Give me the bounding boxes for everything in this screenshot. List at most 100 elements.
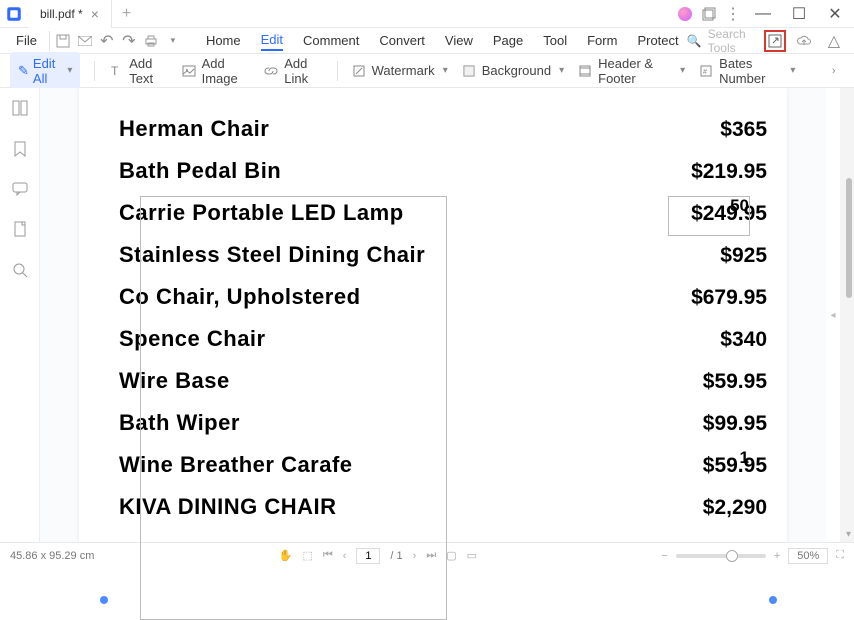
tab-home[interactable]: Home [206,31,241,50]
table-row[interactable]: Wire Base $59.95 [119,360,767,402]
maximize-button[interactable]: ☐ [788,3,810,25]
tab-form[interactable]: Form [587,31,617,50]
fit-width-icon[interactable]: ▭ [467,549,477,562]
item-name: Co Chair, Upholstered [119,284,361,310]
bookmark-icon[interactable] [13,141,27,162]
page-total: / 1 [390,550,402,562]
search-panel-icon[interactable] [12,262,28,283]
redo-icon[interactable]: ↷ [122,31,136,51]
search-icon: 🔍 [687,34,702,48]
zoom-slider-thumb[interactable] [726,550,738,562]
chevron-down-icon: ▾ [67,65,72,76]
table-row[interactable]: Bath Wiper $99.95 [119,402,767,444]
zoom-slider[interactable] [676,554,766,558]
table-row[interactable]: KIVA DINING CHAIR$2,290 [119,486,767,528]
prev-page-icon[interactable]: ‹ [343,550,347,562]
chevron-down-icon: ▾ [443,65,448,76]
zoom-in-icon[interactable]: + [774,550,780,562]
item-name: Wire Base [119,368,230,394]
last-page-icon[interactable]: ⏭ [426,549,436,562]
close-tab-icon[interactable]: × [91,6,99,22]
zoom-out-icon[interactable]: − [661,550,667,562]
image-icon [182,64,196,78]
add-image-button[interactable]: Add Image [182,56,251,86]
hand-tool-icon[interactable]: ✋ [279,549,293,562]
toolbar-overflow-icon[interactable]: › [825,61,842,81]
save-icon[interactable] [56,31,70,51]
mail-icon[interactable] [78,31,92,51]
undo-icon[interactable]: ↶ [100,31,114,51]
table-row[interactable]: Wine Breather Carafe$59.951 [119,444,767,486]
print-dropdown[interactable]: ▾ [166,31,180,51]
page-number-input[interactable] [356,548,380,564]
menubar: File ↶ ↷ ▾ Home Edit Comment Convert Vie… [0,28,854,54]
watermark-button[interactable]: Watermark ▾ [352,63,448,78]
thumbnails-icon[interactable] [12,100,28,121]
share-button[interactable] [764,30,786,52]
vertical-scrollbar[interactable]: ▾ [840,88,854,542]
item-name: Bath Wiper [119,410,240,436]
tab-protect[interactable]: Protect [637,31,678,50]
attachment-icon[interactable] [13,221,27,242]
tab-convert[interactable]: Convert [379,31,425,50]
titlebar: bill.pdf * × + ⋮ — ☐ ✕ [0,0,854,28]
fullscreen-icon[interactable]: ⛶ [836,549,844,562]
add-text-button[interactable]: T Add Text [109,56,167,86]
search-tools[interactable]: 🔍 Search Tools [687,27,750,55]
edit-all-button[interactable]: ✎ Edit All ▾ [10,52,80,90]
text-icon: T [109,64,123,78]
add-link-button[interactable]: Add Link [264,56,323,86]
table-row[interactable]: Carrie Portable LED Lamp$249.9550 [119,192,767,234]
left-sidebar [0,88,40,542]
table-row[interactable]: Bath Pedal Bin$219.95 [119,150,767,192]
fit-page-icon[interactable]: ▢ [446,549,456,562]
zoom-value[interactable]: 50% [788,548,828,564]
collapse-right-icon[interactable]: ◂ [826,88,840,542]
add-image-label: Add Image [202,56,251,86]
item-price: $2,290 [703,496,767,520]
table-row[interactable]: Herman Chair$365 [119,108,767,150]
item-name: Carrie Portable LED Lamp [119,200,404,226]
bates-label: Bates Number [719,56,782,86]
print-icon[interactable] [144,31,158,51]
kebab-menu-icon[interactable]: ⋮ [724,5,742,23]
table-row[interactable]: Co Chair, Upholstered $679.95 [119,276,767,318]
document-table: Herman Chair$365Bath Pedal Bin$219.95Car… [119,108,767,528]
tab-page[interactable]: Page [493,31,523,50]
first-page-icon[interactable]: ⏮ [323,549,333,562]
page-viewport[interactable]: W Herman Chair$365Bath Pedal Bin$219.95C… [40,88,826,542]
tab-comment[interactable]: Comment [303,31,359,50]
ai-assistant-icon[interactable] [676,5,694,23]
selection-handle[interactable] [100,596,108,604]
scroll-thumb[interactable] [846,178,852,298]
tab-tool[interactable]: Tool [543,31,567,50]
tab-view[interactable]: View [445,31,473,50]
table-row[interactable]: Spence Chair$340 [119,318,767,360]
file-menu[interactable]: File [8,33,45,48]
table-row[interactable]: Stainless Steel Dining Chair$925 [119,234,767,276]
background-button[interactable]: Background ▾ [462,63,564,78]
header-footer-icon [578,64,592,78]
minimize-button[interactable]: — [752,3,774,25]
header-footer-button[interactable]: Header & Footer ▾ [578,56,685,86]
item-price: $59.95 [703,370,767,394]
collapse-ribbon-icon[interactable]: △ [824,31,844,51]
new-tab-button[interactable]: + [112,5,141,23]
bates-number-button[interactable]: # Bates Number ▾ [699,56,795,86]
select-tool-icon[interactable]: ⬚ [302,549,312,562]
item-price: $99.95 [703,412,767,436]
selection-handle[interactable] [769,596,777,604]
item-price: $679.95 [691,286,767,310]
svg-text:#: # [703,69,707,76]
comment-panel-icon[interactable] [12,182,28,201]
popup-icon[interactable] [700,5,718,23]
close-window-button[interactable]: ✕ [824,3,846,25]
scroll-down-icon[interactable]: ▾ [846,529,851,540]
next-page-icon[interactable]: › [413,550,417,562]
divider [337,61,338,81]
document-tab[interactable]: bill.pdf * × [28,0,112,28]
edit-all-label: Edit All [33,56,62,86]
tab-edit[interactable]: Edit [261,30,283,51]
tab-filename: bill.pdf * [40,7,83,21]
cloud-icon[interactable] [794,31,814,51]
